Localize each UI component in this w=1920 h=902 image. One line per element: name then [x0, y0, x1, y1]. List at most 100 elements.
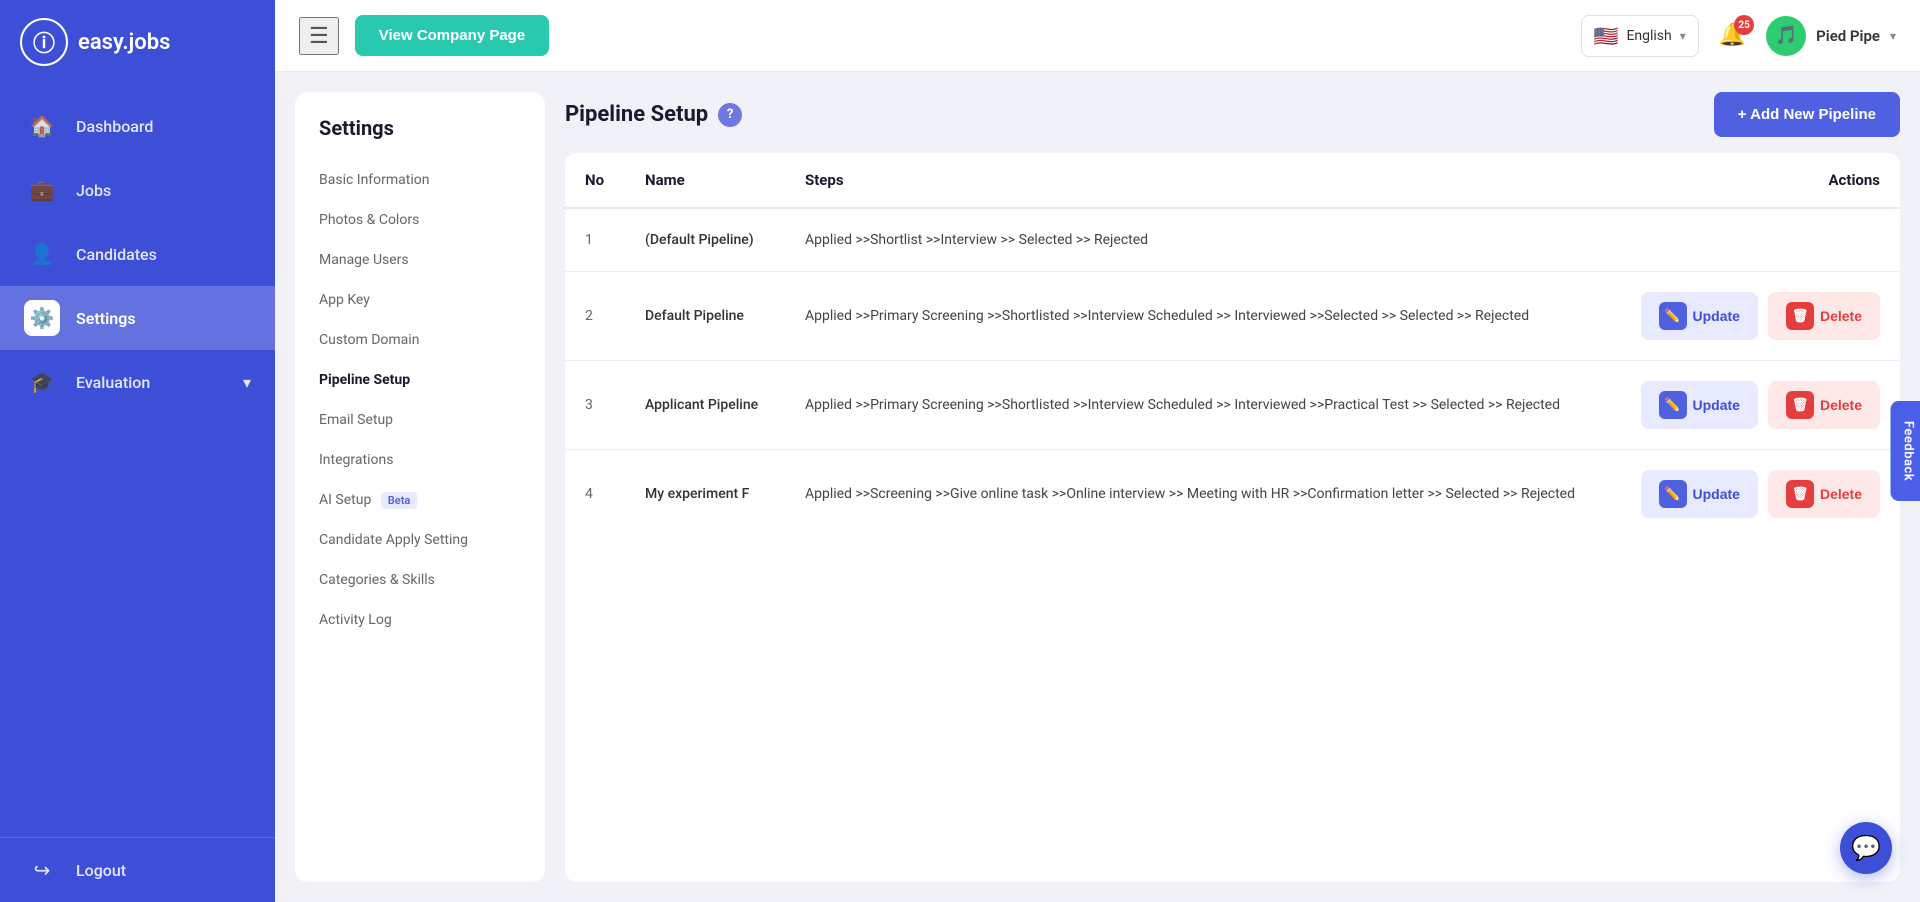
sidebar-nav: 🏠 Dashboard 💼 Jobs 👤 Candidates ⚙️ Setti…	[0, 84, 275, 837]
cell-steps-0: Applied >>Shortlist >>Interview >> Selec…	[785, 208, 1621, 272]
settings-item-integrations[interactable]: Integrations	[295, 440, 545, 480]
update-icon-1: ✏️	[1659, 302, 1687, 330]
update-button-3[interactable]: ✏️ Update	[1641, 470, 1758, 518]
cell-no-3: 4	[565, 450, 625, 539]
pipeline-data-table: No Name Steps Actions 1 (Default Pipelin…	[565, 153, 1900, 538]
settings-item-activity-log[interactable]: Activity Log	[295, 600, 545, 640]
user-name: Pied Pipe	[1816, 27, 1880, 45]
action-buttons-1: ✏️ Update 🗑 Delete	[1641, 292, 1880, 340]
cell-name-3: My experiment F	[625, 450, 785, 539]
settings-sidebar: Settings Basic Information Photos & Colo…	[295, 92, 545, 882]
update-icon-3: ✏️	[1659, 480, 1687, 508]
logout-label: Logout	[76, 861, 126, 880]
cell-no-2: 3	[565, 361, 625, 450]
logo-icon: ⓘ	[20, 18, 68, 66]
cell-actions-3: ✏️ Update 🗑 Delete	[1621, 450, 1900, 539]
settings-item-pipeline-setup[interactable]: Pipeline Setup	[295, 360, 545, 400]
jobs-icon: 💼	[24, 172, 60, 208]
pipeline-table: No Name Steps Actions 1 (Default Pipelin…	[565, 153, 1900, 882]
pipeline-header: Pipeline Setup ? + Add New Pipeline	[565, 92, 1900, 137]
settings-item-app-key[interactable]: App Key	[295, 280, 545, 320]
evaluation-icon: 🎓	[24, 364, 60, 400]
sidebar-item-jobs[interactable]: 💼 Jobs	[0, 158, 275, 222]
add-pipeline-button[interactable]: + Add New Pipeline	[1714, 92, 1900, 137]
delete-button-1[interactable]: 🗑 Delete	[1768, 292, 1880, 340]
table-row: 2 Default Pipeline Applied >>Primary Scr…	[565, 272, 1900, 361]
candidates-icon: 👤	[24, 236, 60, 272]
settings-item-ai-setup[interactable]: AI Setup Beta	[295, 480, 545, 520]
table-row: 4 My experiment F Applied >>Screening >>…	[565, 450, 1900, 539]
cell-actions-0	[1621, 208, 1900, 272]
col-name: Name	[625, 153, 785, 208]
flag-icon: 🇺🇸	[1594, 24, 1619, 48]
delete-button-2[interactable]: 🗑 Delete	[1768, 381, 1880, 429]
content-area: Settings Basic Information Photos & Colo…	[275, 72, 1920, 902]
logout-icon: ↪	[24, 852, 60, 888]
table-header-row: No Name Steps Actions	[565, 153, 1900, 208]
chat-button[interactable]: 💬	[1840, 822, 1892, 874]
update-button-2[interactable]: ✏️ Update	[1641, 381, 1758, 429]
settings-item-basic-information[interactable]: Basic Information	[295, 160, 545, 200]
topbar: ☰ View Company Page 🇺🇸 English ▾ 🔔 25 🎵 …	[275, 0, 1920, 72]
user-menu[interactable]: 🎵 Pied Pipe ▾	[1766, 16, 1896, 56]
hamburger-button[interactable]: ☰	[299, 17, 339, 55]
settings-item-email-setup[interactable]: Email Setup	[295, 400, 545, 440]
view-company-button[interactable]: View Company Page	[355, 15, 549, 56]
sidebar-label-evaluation: Evaluation	[76, 373, 150, 392]
sidebar-item-dashboard[interactable]: 🏠 Dashboard	[0, 94, 275, 158]
home-icon: 🏠	[24, 108, 60, 144]
main-area: ☰ View Company Page 🇺🇸 English ▾ 🔔 25 🎵 …	[275, 0, 1920, 902]
notification-button[interactable]: 🔔 25	[1719, 23, 1746, 48]
topbar-right: 🇺🇸 English ▾ 🔔 25 🎵 Pied Pipe ▾	[1581, 15, 1896, 57]
delete-button-3[interactable]: 🗑 Delete	[1768, 470, 1880, 518]
sidebar-item-settings[interactable]: ⚙️ Settings	[0, 286, 275, 350]
action-buttons-2: ✏️ Update 🗑 Delete	[1641, 381, 1880, 429]
cell-name-2: Applicant Pipeline	[625, 361, 785, 450]
chat-icon: 💬	[1851, 834, 1881, 862]
update-icon-2: ✏️	[1659, 391, 1687, 419]
cell-actions-2: ✏️ Update 🗑 Delete	[1621, 361, 1900, 450]
cell-actions-1: ✏️ Update 🗑 Delete	[1621, 272, 1900, 361]
cell-name-1: Default Pipeline	[625, 272, 785, 361]
delete-icon-3: 🗑	[1786, 480, 1814, 508]
sidebar-item-candidates[interactable]: 👤 Candidates	[0, 222, 275, 286]
cell-no-1: 2	[565, 272, 625, 361]
cell-name-0: (Default Pipeline)	[625, 208, 785, 272]
col-no: No	[565, 153, 625, 208]
ai-setup-beta-badge: Beta	[381, 492, 418, 509]
sidebar: ⓘ easy.jobs 🏠 Dashboard 💼 Jobs 👤 Candida…	[0, 0, 275, 902]
lang-chevron-icon: ▾	[1680, 29, 1686, 43]
user-chevron-icon: ▾	[1890, 29, 1896, 43]
feedback-tab[interactable]: Feedback	[1890, 401, 1920, 501]
cell-steps-2: Applied >>Primary Screening >>Shortliste…	[785, 361, 1621, 450]
help-icon[interactable]: ?	[718, 103, 742, 127]
logo-text: easy.jobs	[78, 30, 170, 55]
action-buttons-3: ✏️ Update 🗑 Delete	[1641, 470, 1880, 518]
sidebar-logo: ⓘ easy.jobs	[0, 0, 275, 84]
logout-button[interactable]: ↪ Logout	[0, 837, 275, 902]
settings-item-photos-colors[interactable]: Photos & Colors	[295, 200, 545, 240]
notification-badge: 25	[1734, 15, 1754, 35]
settings-item-custom-domain[interactable]: Custom Domain	[295, 320, 545, 360]
settings-item-categories-skills[interactable]: Categories & Skills	[295, 560, 545, 600]
sidebar-label-candidates: Candidates	[76, 245, 157, 264]
pipeline-content: Pipeline Setup ? + Add New Pipeline No N…	[565, 92, 1900, 882]
col-actions: Actions	[1621, 153, 1900, 208]
col-steps: Steps	[785, 153, 1621, 208]
update-button-1[interactable]: ✏️ Update	[1641, 292, 1758, 340]
language-selector[interactable]: 🇺🇸 English ▾	[1581, 15, 1699, 57]
delete-icon-2: 🗑	[1786, 391, 1814, 419]
user-avatar: 🎵	[1766, 16, 1806, 56]
cell-no-0: 1	[565, 208, 625, 272]
sidebar-item-evaluation[interactable]: 🎓 Evaluation ▾	[0, 350, 275, 414]
cell-steps-1: Applied >>Primary Screening >>Shortliste…	[785, 272, 1621, 361]
settings-sidebar-title: Settings	[295, 116, 545, 160]
sidebar-label-dashboard: Dashboard	[76, 117, 153, 136]
settings-item-candidate-apply[interactable]: Candidate Apply Setting	[295, 520, 545, 560]
settings-item-manage-users[interactable]: Manage Users	[295, 240, 545, 280]
settings-icon: ⚙️	[24, 300, 60, 336]
cell-steps-3: Applied >>Screening >>Give online task >…	[785, 450, 1621, 539]
pipeline-title-group: Pipeline Setup ?	[565, 102, 742, 127]
language-label: English	[1626, 28, 1671, 44]
sidebar-label-jobs: Jobs	[76, 181, 111, 200]
